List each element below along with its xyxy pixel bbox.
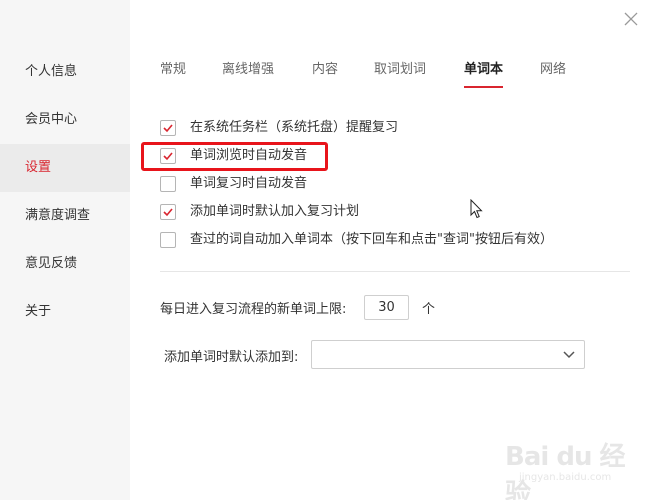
sidebar-item-about[interactable]: 关于 [0, 288, 130, 336]
close-button[interactable] [620, 8, 642, 30]
sidebar-item-personal-info[interactable]: 个人信息 [0, 48, 130, 96]
highlight-box [141, 142, 328, 171]
tab-offline[interactable]: 离线增强 [222, 58, 274, 88]
sidebar-item-label: 意见反馈 [25, 256, 78, 271]
checkbox[interactable] [160, 204, 176, 220]
checkbox[interactable] [160, 120, 176, 136]
checkmark-icon [163, 124, 173, 133]
checkbox[interactable] [160, 176, 176, 192]
option-label: 查过的词自动加入单词本（按下回车和点击"查词"按钮后有效） [190, 232, 553, 247]
option-label: 在系统任务栏（系统托盘）提醒复习 [190, 120, 399, 135]
divider [160, 271, 630, 272]
option-label: 单词复习时自动发音 [190, 176, 308, 191]
sidebar-item-label: 会员中心 [25, 112, 78, 127]
daily-limit-unit: 个 [422, 302, 436, 317]
sidebar-item-label: 个人信息 [25, 64, 78, 79]
sidebar-item-survey[interactable]: 满意度调查 [0, 192, 130, 240]
option-label: 添加单词时默认加入复习计划 [190, 204, 360, 219]
tab-general[interactable]: 常规 [160, 58, 186, 88]
close-icon [624, 12, 638, 26]
tab-wordbook[interactable]: 单词本 [464, 58, 504, 88]
checkbox[interactable] [160, 232, 176, 248]
sidebar-item-feedback[interactable]: 意见反馈 [0, 240, 130, 288]
tab-word-capture[interactable]: 取词划词 [374, 58, 426, 88]
daily-limit-label: 每日进入复习流程的新单词上限: [160, 302, 347, 317]
watermark-subtext: jingyan.baidu.com [519, 472, 612, 483]
sidebar-item-label: 设置 [25, 160, 52, 175]
watermark-text: Bai du 经验 [505, 442, 626, 500]
mouse-pointer-icon [470, 199, 483, 219]
default-wordbook-select[interactable] [311, 340, 585, 369]
tab-network[interactable]: 网络 [540, 58, 566, 88]
baidu-watermark: Bai du 经验 jingyan.baidu.com [505, 432, 645, 500]
daily-limit-input[interactable] [364, 295, 409, 320]
sidebar-item-settings[interactable]: 设置 [0, 144, 130, 192]
sidebar-item-label: 关于 [25, 304, 52, 319]
default-add-label: 添加单词时默认添加到: [164, 350, 299, 365]
sidebar-item-member-center[interactable]: 会员中心 [0, 96, 130, 144]
sidebar: 个人信息 会员中心 设置 满意度调查 意见反馈 关于 [0, 0, 130, 500]
tab-content[interactable]: 内容 [312, 58, 338, 88]
sidebar-item-label: 满意度调查 [25, 208, 91, 223]
checkmark-icon [163, 208, 173, 217]
chevron-down-icon [563, 351, 575, 359]
